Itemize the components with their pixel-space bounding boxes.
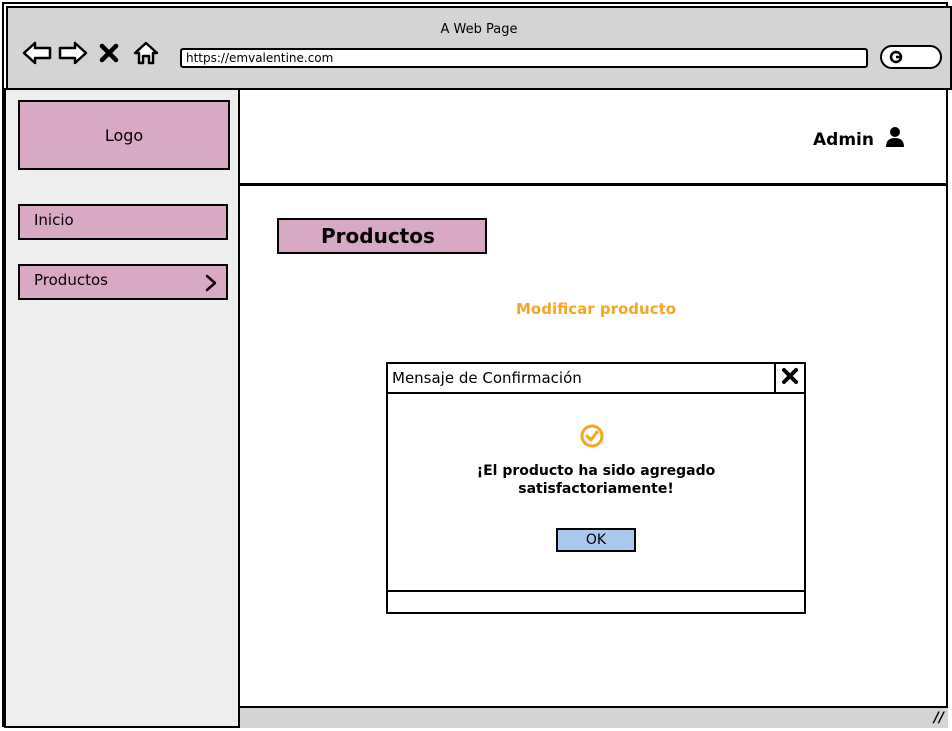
dialog-message-line1: ¡El producto ha sido agregado	[476, 463, 716, 479]
sidebar-item-label: Productos	[34, 271, 108, 289]
section-subtitle: Modificar producto	[516, 300, 677, 318]
check-circle-icon	[578, 422, 606, 454]
confirmation-dialog: Mensaje de Confirmación ¡El producto ha …	[386, 362, 806, 614]
search-icon	[888, 49, 906, 71]
dialog-close-button[interactable]	[774, 364, 804, 392]
top-header: Admin	[240, 88, 948, 186]
home-icon[interactable]	[128, 40, 164, 66]
browser-search-button[interactable]	[880, 45, 942, 69]
user-name: Admin	[813, 129, 874, 150]
dialog-message: ¡El producto ha sido agregado satisfacto…	[388, 462, 804, 498]
user-menu[interactable]: Admin	[813, 126, 906, 153]
sidebar: Logo Inicio Productos	[4, 88, 240, 728]
sidebar-item-label: Inicio	[34, 211, 74, 229]
dialog-title: Mensaje de Confirmación	[392, 369, 582, 387]
close-x-icon[interactable]	[96, 40, 122, 66]
status-bar: //	[240, 706, 948, 728]
browser-chrome: A Web Page https://emvalentine.com	[6, 6, 952, 90]
sidebar-item-inicio[interactable]: Inicio	[18, 204, 228, 240]
dialog-message-line2: satisfactoriamente!	[518, 481, 674, 497]
back-arrow-icon[interactable]	[20, 40, 54, 66]
user-icon	[884, 126, 906, 153]
page-title: Productos	[277, 218, 487, 254]
close-icon	[781, 367, 799, 389]
dialog-footer-divider	[388, 590, 804, 592]
forward-arrow-icon[interactable]	[56, 40, 90, 66]
url-bar[interactable]: https://emvalentine.com	[180, 48, 868, 68]
ok-button[interactable]: OK	[556, 528, 636, 552]
sidebar-item-productos[interactable]: Productos	[18, 264, 228, 300]
chevron-right-icon	[204, 273, 218, 302]
dialog-header: Mensaje de Confirmación	[388, 364, 804, 394]
resize-handle-icon[interactable]: //	[934, 710, 944, 726]
window-title: A Web Page	[440, 22, 518, 37]
logo[interactable]: Logo	[18, 100, 230, 170]
